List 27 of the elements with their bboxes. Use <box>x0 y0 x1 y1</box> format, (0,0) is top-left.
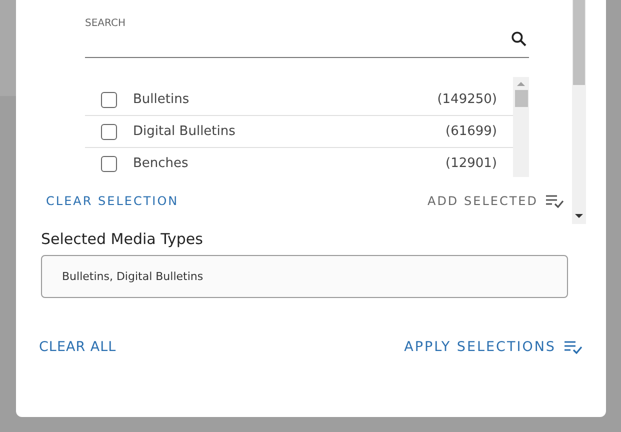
item-count: (149250) <box>437 92 497 107</box>
checkbox[interactable] <box>101 124 117 140</box>
scroll-thumb[interactable] <box>514 90 528 107</box>
checkbox[interactable] <box>101 156 117 172</box>
item-count: (12901) <box>446 156 497 171</box>
list-item[interactable]: Bulletins (149250) <box>85 84 513 116</box>
selected-media-field[interactable]: Bulletins, Digital Bulletins <box>41 255 568 298</box>
list-item[interactable]: Benches (12901) <box>85 148 513 179</box>
search-icon[interactable] <box>511 31 527 47</box>
section-title: Selected Media Types <box>41 230 204 248</box>
clear-all-button[interactable]: CLEAR ALL <box>39 339 116 355</box>
add-selected-button[interactable]: ADD SELECTED <box>427 194 564 208</box>
checkbox[interactable] <box>101 92 117 108</box>
apply-selections-button[interactable]: APPLY SELECTIONS <box>404 339 583 355</box>
item-label: Benches <box>133 156 190 171</box>
item-count: (61699) <box>446 124 497 139</box>
scroll-down-icon[interactable] <box>575 213 583 219</box>
checklist-icon <box>546 194 564 208</box>
scroll-thumb[interactable] <box>573 0 585 85</box>
checklist-icon <box>564 340 583 354</box>
scrollbar[interactable] <box>572 0 586 224</box>
list-item[interactable]: Digital Bulletins (61699) <box>85 116 513 148</box>
item-label: Bulletins <box>133 92 190 107</box>
item-label: Digital Bulletins <box>133 124 236 139</box>
search-field[interactable]: SEARCH <box>85 16 529 58</box>
clear-selection-button[interactable]: CLEAR SELECTION <box>46 194 179 208</box>
scrollbar[interactable] <box>513 77 529 177</box>
